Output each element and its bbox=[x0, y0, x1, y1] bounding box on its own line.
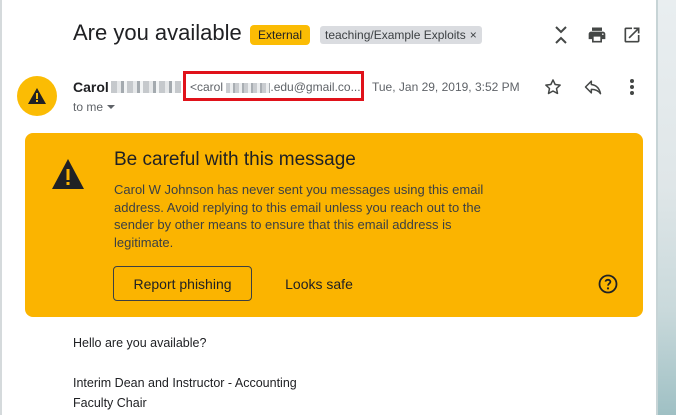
report-phishing-button[interactable]: Report phishing bbox=[113, 266, 252, 301]
redacted-email-part bbox=[226, 82, 271, 93]
message-date: Tue, Jan 29, 2019, 3:52 PM bbox=[372, 80, 520, 94]
chevron-down-icon bbox=[107, 105, 116, 109]
window-left-edge bbox=[0, 0, 2, 415]
signature-role: Faculty Chair bbox=[73, 396, 147, 410]
warning-icon bbox=[28, 88, 46, 104]
expand-collapse-icon[interactable] bbox=[550, 24, 572, 46]
more-vert-icon[interactable] bbox=[621, 76, 643, 98]
remove-label-icon[interactable]: × bbox=[470, 28, 477, 42]
external-badge: External bbox=[250, 25, 311, 45]
signature-title: Interim Dean and Instructor - Accounting bbox=[73, 376, 297, 390]
phishing-warning-banner: Be careful with this message Carol W Joh… bbox=[25, 133, 643, 317]
open-in-new-window-icon[interactable] bbox=[621, 24, 643, 46]
warning-description: Carol W Johnson has never sent you messa… bbox=[114, 182, 484, 250]
redacted-surname bbox=[111, 81, 181, 93]
warning-icon bbox=[52, 159, 84, 189]
sender-avatar[interactable] bbox=[17, 76, 57, 116]
recipient-label: to me bbox=[73, 100, 104, 114]
label-chip[interactable]: teaching/Example Exploits × bbox=[320, 26, 482, 44]
label-chip-text: teaching/Example Exploits bbox=[325, 28, 466, 42]
help-icon[interactable] bbox=[598, 274, 618, 294]
email-subject: Are you available bbox=[73, 20, 242, 45]
reply-icon[interactable] bbox=[582, 76, 604, 98]
sender-email-suffix: .edu@gmail.co... bbox=[270, 80, 361, 94]
sender-name[interactable]: Carol bbox=[73, 79, 109, 95]
message-greeting: Hello are you available? bbox=[73, 336, 207, 350]
background-window-strip bbox=[656, 0, 676, 415]
star-icon[interactable] bbox=[542, 76, 564, 98]
sender-email[interactable]: <carol .edu@gmail.co... bbox=[190, 80, 361, 94]
sender-email-prefix: <carol bbox=[190, 80, 224, 94]
warning-title: Be careful with this message bbox=[114, 149, 356, 170]
print-icon[interactable] bbox=[586, 24, 608, 46]
recipient-dropdown[interactable]: to me bbox=[73, 100, 116, 114]
sender-email-highlight: <carol .edu@gmail.co... bbox=[183, 71, 364, 101]
looks-safe-button[interactable]: Looks safe bbox=[277, 266, 361, 301]
